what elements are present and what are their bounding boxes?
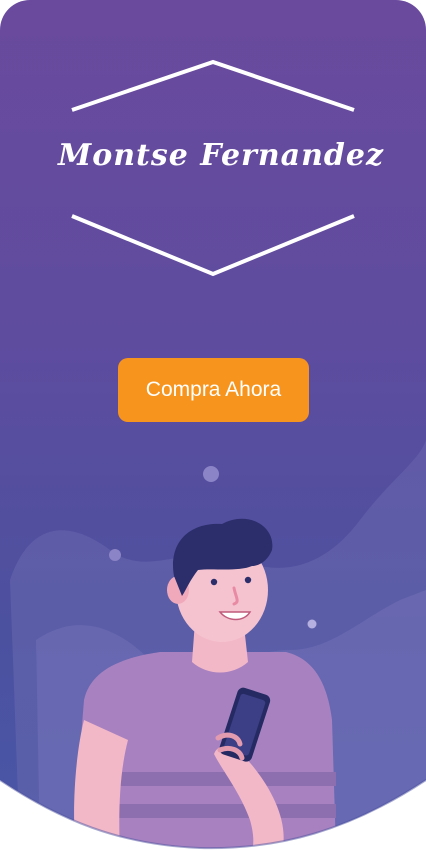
man-with-phone-illustration xyxy=(0,400,426,851)
brand-signature: Montse Fernandez xyxy=(58,138,385,173)
brand-logo: Montse Fernandez xyxy=(58,58,385,280)
promo-card: Montse Fernandez Compra Ahora xyxy=(0,0,426,851)
